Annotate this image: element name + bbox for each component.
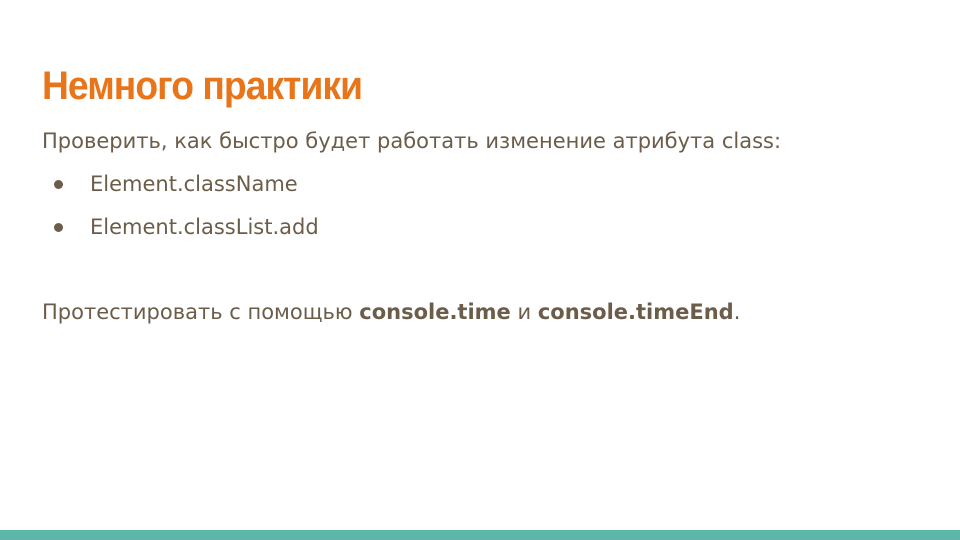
bullet-dot-icon [54,180,63,189]
bottom-accent-bar [0,530,960,540]
test-suffix: . [733,300,741,324]
code-console-time: console.time [359,300,511,324]
code-console-timeend: console.timeEnd [537,300,734,324]
bullet-label: Element.className [90,172,298,196]
slide-title: Немного практики [42,64,363,108]
test-middle: и [510,300,538,324]
test-instruction: Протестировать с помощью console.time и … [42,298,740,326]
bullet-label: Element.classList.add [90,215,319,239]
test-prefix: Протестировать с помощью [42,300,360,324]
bullet-dot-icon [54,223,63,232]
intro-text: Проверить, как быстро будет работать изм… [42,129,782,153]
slide: Немного практики Проверить, как быстро б… [0,0,960,540]
